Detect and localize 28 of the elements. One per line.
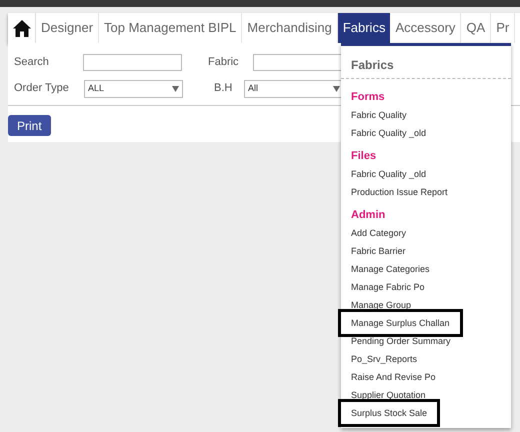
caret-icon bbox=[333, 86, 340, 92]
field-label: Fabric bbox=[208, 54, 240, 70]
print-button[interactable]: Print bbox=[8, 115, 51, 136]
section-heading: Admin bbox=[351, 208, 386, 223]
menu-item[interactable]: Manage Fabric Po bbox=[351, 278, 511, 296]
menu-item[interactable]: Manage Categories bbox=[351, 260, 511, 278]
menu-item[interactable]: Fabric Quality _old bbox=[351, 124, 511, 142]
caret-icon bbox=[172, 86, 179, 92]
section-heading: Files bbox=[351, 149, 378, 164]
menu-item[interactable]: Manage Surplus Challan bbox=[338, 309, 463, 337]
search-field[interactable] bbox=[83, 54, 182, 70]
field-label: B.H bbox=[214, 81, 234, 96]
menu-item[interactable]: Raise And Revise Po bbox=[351, 368, 511, 386]
bh-select[interactable]: All bbox=[244, 80, 344, 98]
menu-item[interactable]: Fabric Quality bbox=[351, 106, 511, 124]
menu-title: Fabrics bbox=[350, 57, 395, 74]
field-label: Order Type bbox=[13, 81, 70, 96]
menu-item[interactable]: Po_Srv_Reports bbox=[351, 350, 511, 368]
home-icon[interactable] bbox=[12, 20, 30, 36]
menu-item[interactable]: Fabric Barrier bbox=[351, 242, 511, 260]
nav-tab[interactable]: Fabrics bbox=[338, 13, 390, 43]
menu-item[interactable]: Add Category bbox=[351, 224, 511, 242]
section-heading: Forms bbox=[351, 90, 386, 105]
menu-item[interactable]: Surplus Stock Sale bbox=[338, 399, 440, 427]
menu-item[interactable]: Fabric Quality _old bbox=[351, 165, 511, 183]
order-type-select[interactable]: ALL bbox=[84, 80, 183, 98]
menu-item[interactable]: Production Issue Report bbox=[351, 183, 511, 201]
field-label: Search bbox=[13, 54, 50, 70]
